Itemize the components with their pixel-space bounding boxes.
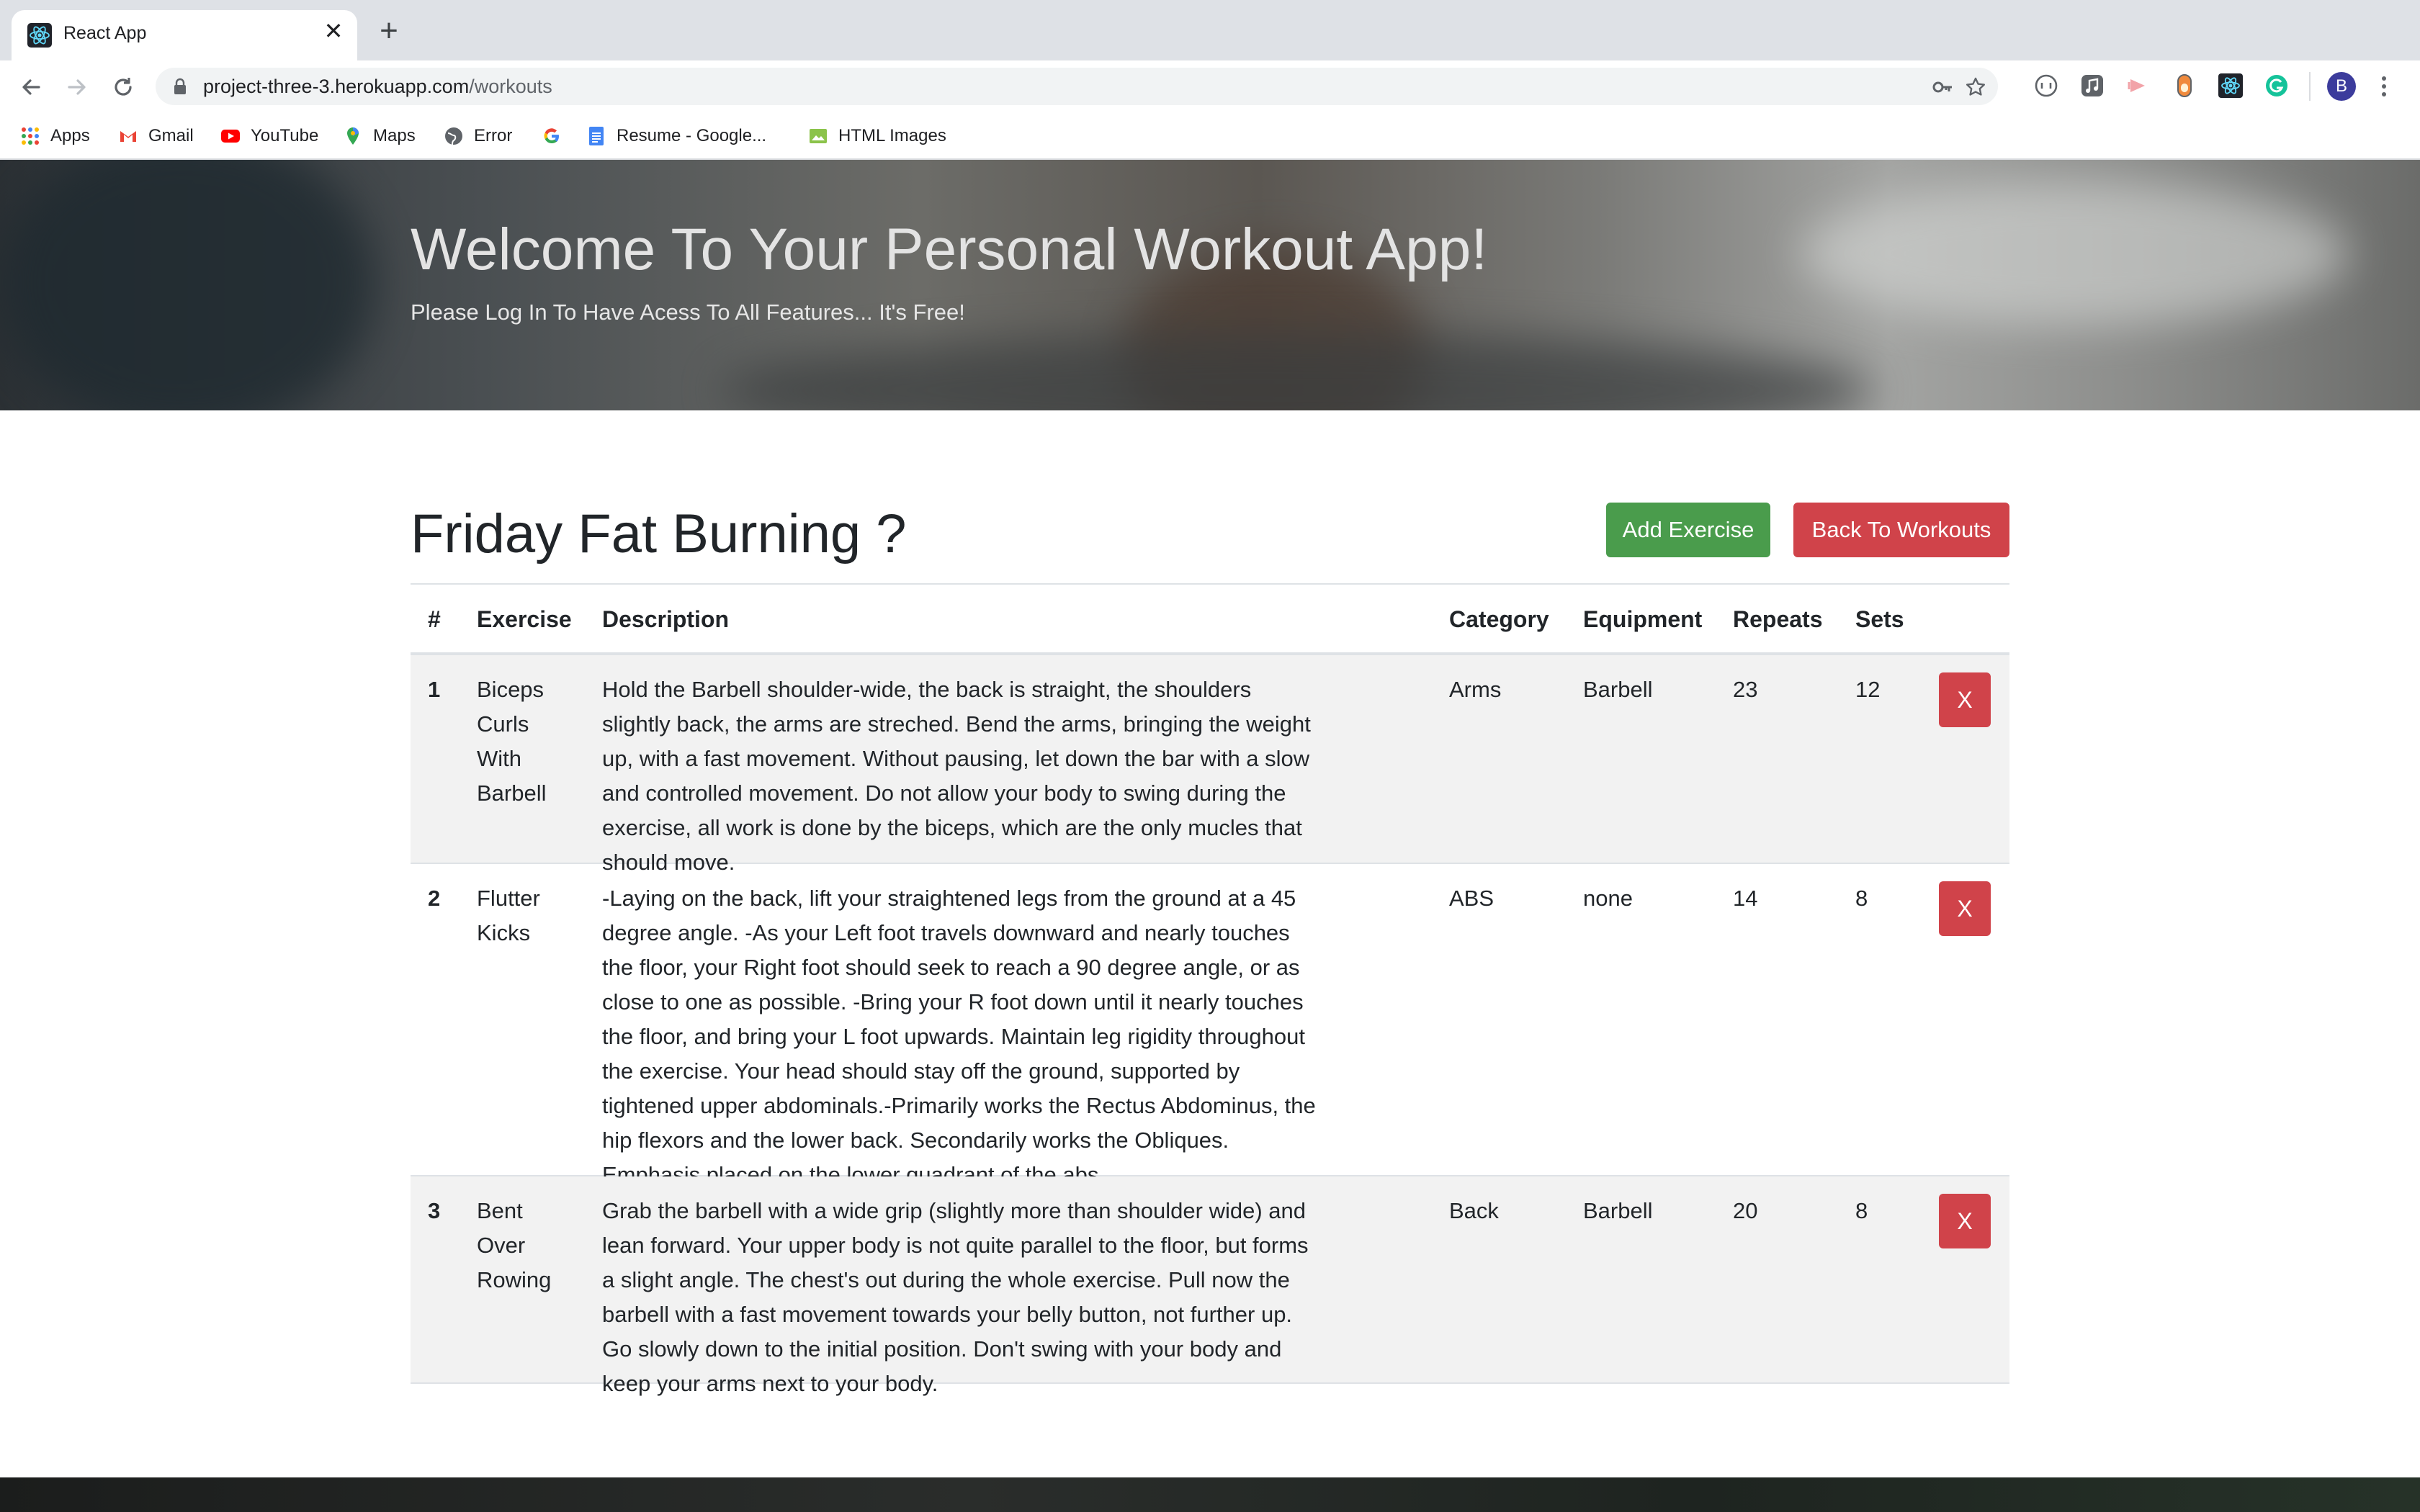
exercise-equipment: Barbell [1583, 677, 1653, 702]
delete-exercise-button[interactable]: X [1939, 1194, 1991, 1248]
maps-icon [347, 127, 359, 145]
row-number: 1 [428, 677, 441, 702]
music-extension-icon[interactable] [2080, 73, 2105, 98]
bookmark-google[interactable] [542, 124, 572, 148]
exercise-sets: 8 [1855, 886, 1868, 911]
exercise-equipment: Barbell [1583, 1198, 1653, 1223]
tab-close-icon[interactable]: ✕ [323, 19, 344, 42]
image-icon [810, 129, 827, 143]
bookmark-apps[interactable]: Apps [20, 124, 90, 148]
row-number: 3 [428, 1198, 441, 1223]
bookmark-label: YouTube [251, 126, 319, 145]
reload-icon[interactable] [109, 73, 137, 101]
bookmark-error[interactable]: Error [444, 124, 512, 148]
url-path: /workouts [469, 76, 552, 97]
browser-tab[interactable]: React App ✕ [12, 10, 357, 60]
column-header-exercise: Exercise [477, 606, 572, 632]
workout-title: Friday Fat Burning ? [411, 503, 907, 564]
url-host: project-three-3.herokuapp.com [203, 76, 470, 97]
forward-arrow-icon[interactable] [63, 73, 91, 101]
page-footer [0, 1477, 2420, 1512]
bookmark-label: Apps [50, 126, 90, 145]
bookmark-label: Maps [373, 126, 416, 145]
column-header-description: Description [602, 606, 730, 632]
delete-exercise-button[interactable]: X [1939, 672, 1991, 727]
toolbar-divider [2309, 72, 2311, 101]
table-header: # Exercise Description Category Equipmen… [411, 585, 2009, 655]
exercise-repeats: 20 [1733, 1198, 1758, 1223]
add-exercise-button[interactable]: Add Exercise [1606, 503, 1770, 557]
url-text: project-three-3.herokuapp.com/workouts [203, 76, 552, 98]
tab-title: React App [63, 23, 147, 43]
column-header-number: # [428, 606, 441, 632]
table-row: 3 Bent Over Rowing Grab the barbell with… [411, 1176, 2009, 1396]
bookmark-label: Resume - Google... [617, 126, 767, 145]
honey-extension-icon[interactable] [2172, 73, 2197, 98]
lock-icon [174, 78, 186, 94]
hero-banner: Welcome To Your Personal Workout App! Pl… [0, 160, 2420, 410]
bookmark-label: Gmail [148, 126, 194, 145]
react-devtools-icon[interactable] [2218, 73, 2243, 98]
exercise-sets: 12 [1855, 677, 1881, 702]
cast-extension-icon[interactable] [2126, 73, 2151, 98]
column-header-category: Category [1449, 606, 1549, 632]
hero-bg-shape [1801, 181, 2348, 325]
exercise-equipment: none [1583, 886, 1633, 911]
exercise-category: Back [1449, 1198, 1499, 1223]
exercise-name: Biceps Curls With Barbell [477, 677, 547, 806]
hero-title: Welcome To Your Personal Workout App! [411, 217, 1488, 282]
new-tab-button[interactable]: + [375, 15, 403, 47]
column-header-equipment: Equipment [1583, 606, 1703, 632]
back-arrow-icon[interactable] [17, 73, 45, 101]
star-icon[interactable] [1965, 76, 1986, 98]
exercise-sets: 8 [1855, 1198, 1868, 1223]
exercise-repeats: 14 [1733, 886, 1758, 911]
globe-icon [445, 127, 462, 145]
grammarly-icon[interactable] [2264, 73, 2289, 98]
exercise-category: ABS [1449, 886, 1494, 911]
column-header-sets: Sets [1855, 606, 1904, 632]
exercise-name: Flutter Kicks [477, 886, 540, 945]
bookmark-html-images[interactable]: HTML Images [808, 124, 946, 148]
exercise-repeats: 23 [1733, 677, 1758, 702]
bookmark-label: HTML Images [838, 126, 946, 145]
key-icon[interactable] [1932, 76, 1953, 98]
exercise-name: Bent Over Rowing [477, 1198, 552, 1292]
react-logo-icon [27, 23, 52, 48]
exercise-description: -Laying on the back, lift your straighte… [602, 886, 1316, 1187]
exercise-description: Hold the Barbell shoulder-wide, the back… [602, 677, 1311, 875]
exercise-description: Grab the barbell with a wide grip (sligh… [602, 1198, 1309, 1396]
bookmark-maps[interactable]: Maps [343, 124, 416, 148]
browser-tabstrip: React App ✕ + [0, 0, 2420, 60]
more-menu-icon[interactable] [2377, 72, 2391, 101]
bookmark-label: Error [474, 126, 513, 145]
back-to-workouts-button[interactable]: Back To Workouts [1793, 503, 2009, 557]
hero-subtitle: Please Log In To Have Acess To All Featu… [411, 300, 965, 325]
column-header-repeats: Repeats [1733, 606, 1823, 632]
table-row: 1 Biceps Curls With Barbell Hold the Bar… [411, 655, 2009, 875]
table-row: 2 Flutter Kicks -Laying on the back, lif… [411, 864, 2009, 1187]
gmail-icon [120, 131, 136, 142]
youtube-icon [221, 130, 240, 143]
bookmarks-bar: Apps Gmail YouTube Maps Error Resume - G… [0, 112, 2420, 160]
bookmark-resume[interactable]: Resume - Google... [586, 124, 766, 148]
bookmark-youtube[interactable]: YouTube [220, 124, 318, 148]
exercise-table: # Exercise Description Category Equipmen… [411, 585, 2009, 1396]
exercise-category: Arms [1449, 677, 1502, 702]
google-icon [544, 128, 559, 144]
extension-circle-icon[interactable] [2034, 73, 2058, 98]
row-number: 2 [428, 886, 441, 911]
bookmark-gmail[interactable]: Gmail [118, 124, 194, 148]
profile-avatar[interactable]: B [2327, 72, 2356, 101]
apps-grid-icon [22, 127, 39, 145]
address-bar[interactable]: project-three-3.herokuapp.com/workouts [156, 68, 1998, 105]
delete-exercise-button[interactable]: X [1939, 881, 1991, 936]
docs-icon [589, 127, 604, 145]
hero-bg-shape [720, 333, 1873, 410]
hero-bg-shape [0, 160, 375, 410]
